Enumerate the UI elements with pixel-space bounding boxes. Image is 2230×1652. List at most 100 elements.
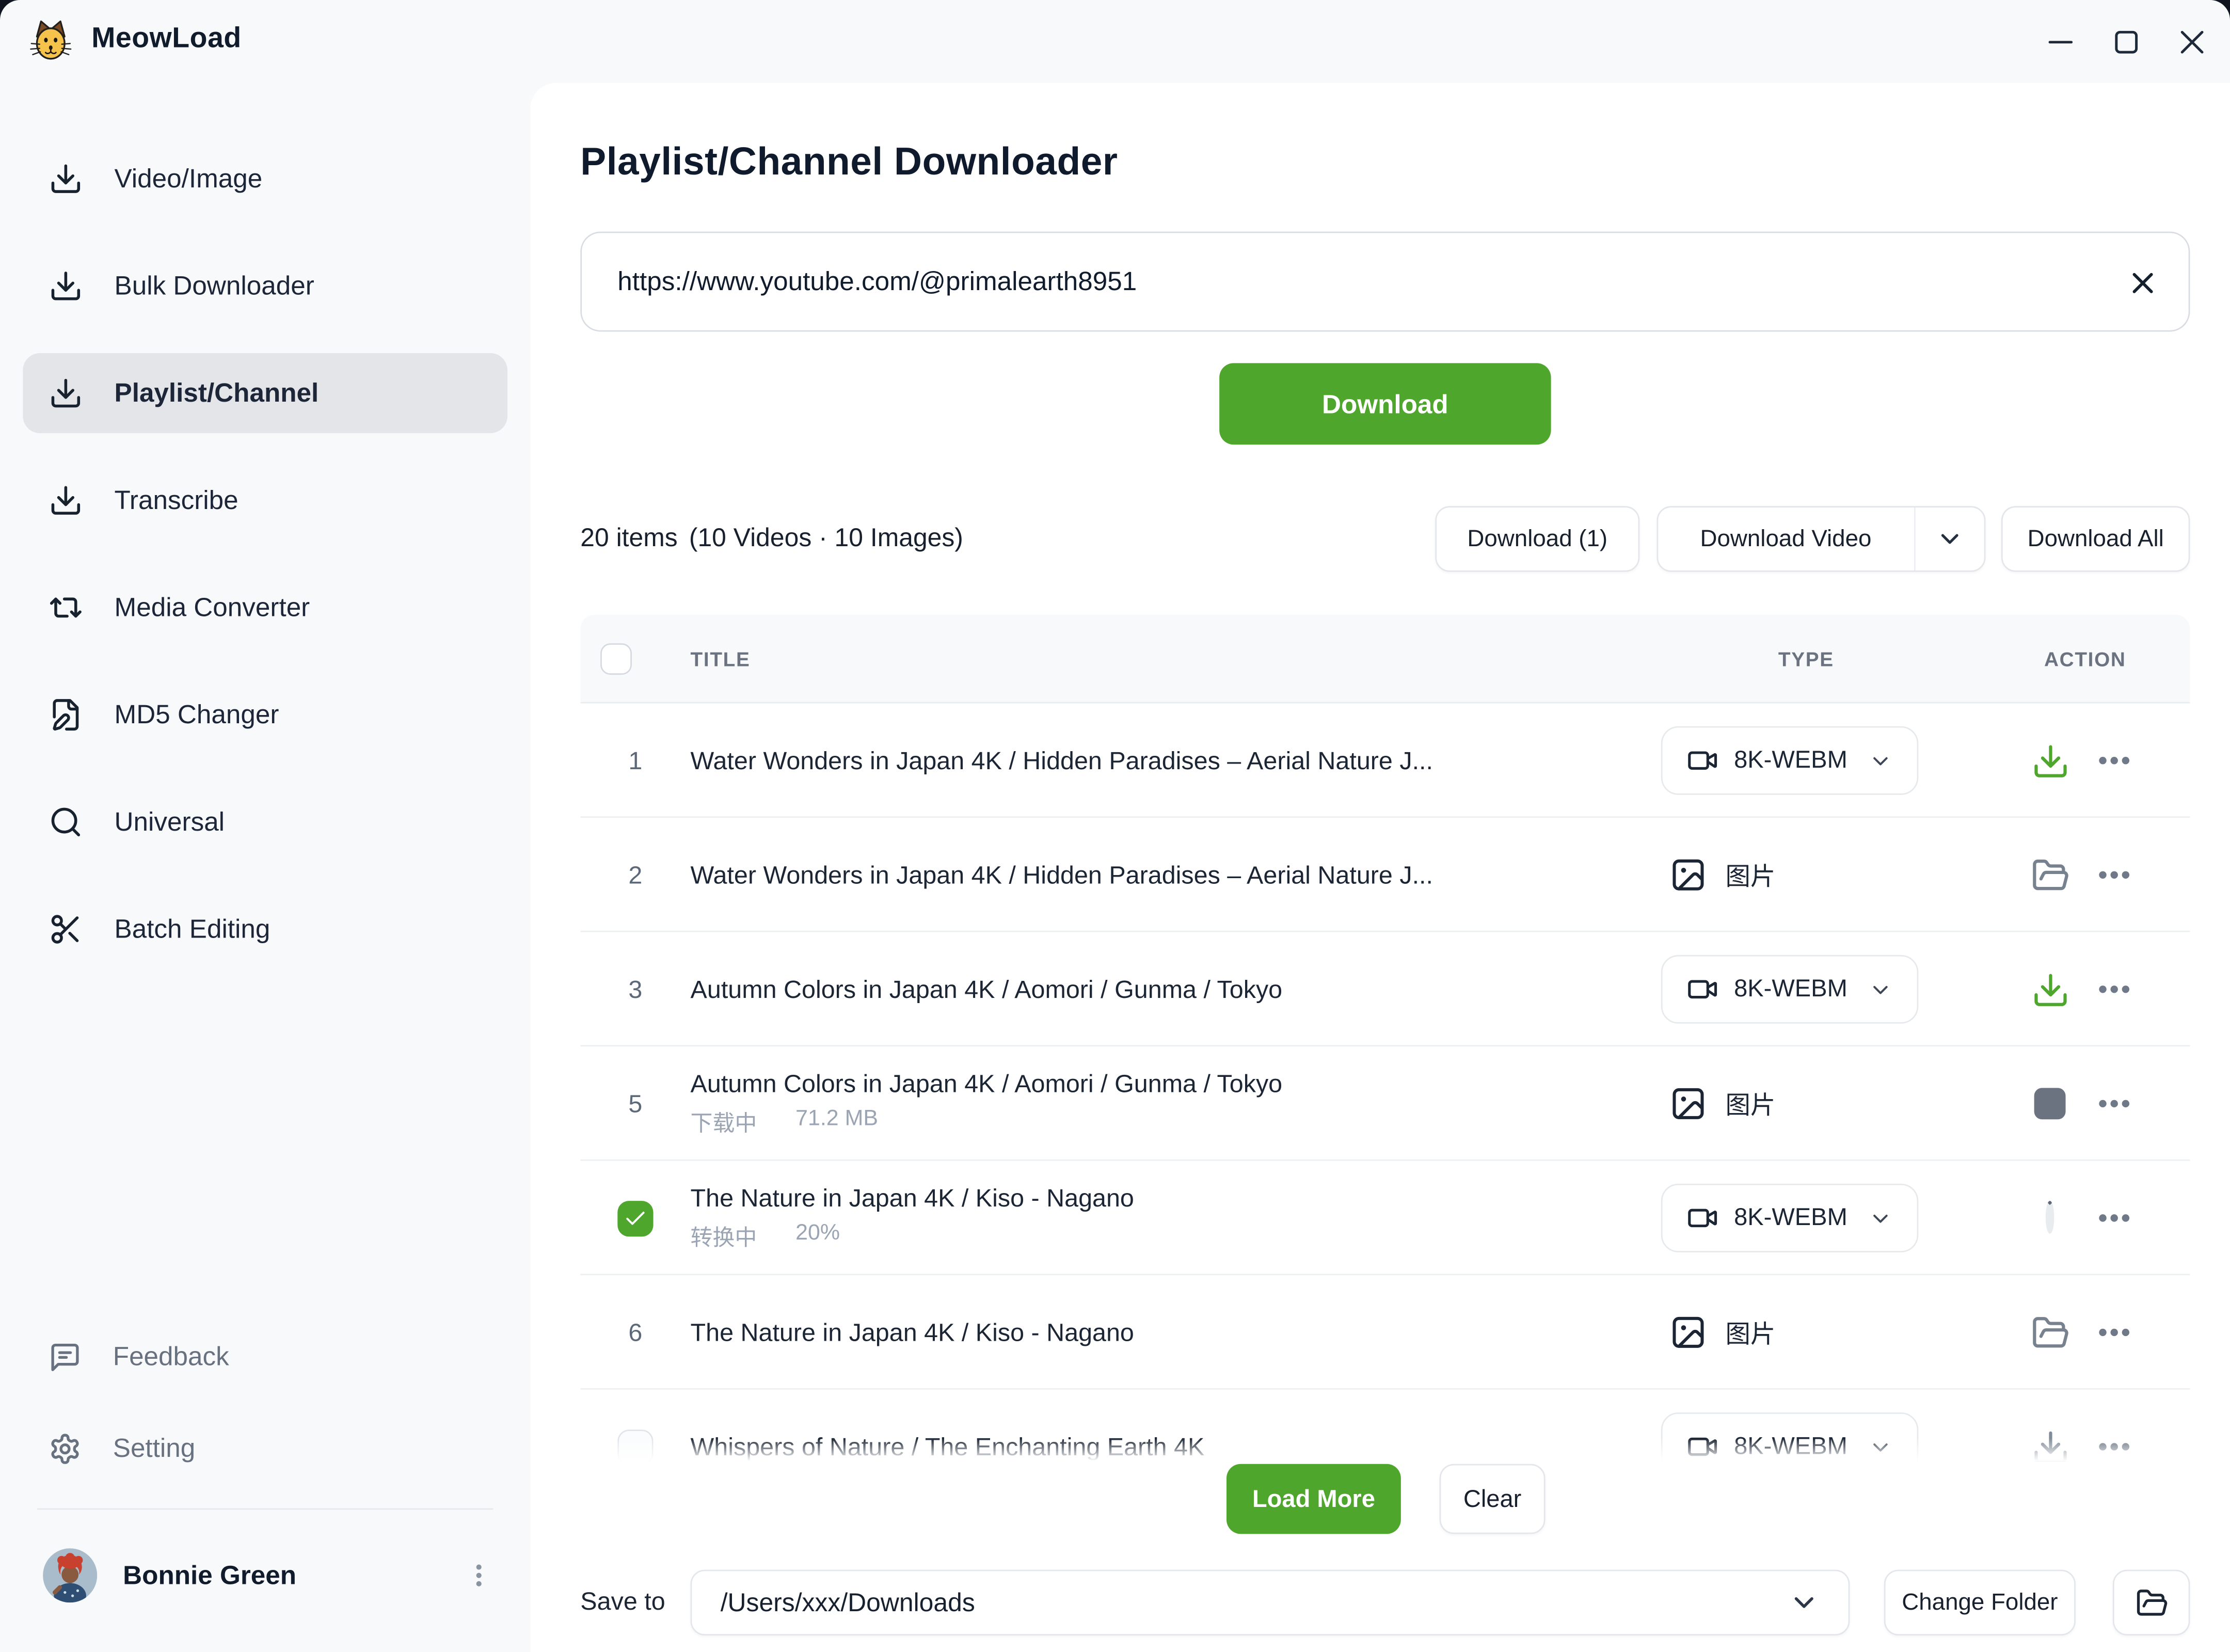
- row-menu-button[interactable]: [2097, 1087, 2131, 1121]
- type-label: 图片: [1725, 857, 1775, 893]
- row-status: 下载中71.2 MB: [691, 1106, 1605, 1138]
- sidebar-item-label: Transcribe: [115, 485, 238, 516]
- sidebar-item-label: Video/Image: [115, 163, 263, 195]
- save-path-value: /Users/xxx/Downloads: [721, 1587, 1789, 1617]
- download-all-button[interactable]: Download All: [2001, 506, 2190, 571]
- row-action-cell: [2003, 932, 2190, 1047]
- sidebar-item-label: Playlist/Channel: [115, 377, 319, 409]
- url-input[interactable]: [582, 233, 2189, 330]
- row-download-button[interactable]: [2031, 741, 2069, 780]
- user-profile[interactable]: Bonnie Green: [23, 1535, 507, 1615]
- download-video-split-button[interactable]: Download Video: [1657, 506, 1986, 571]
- minimize-icon[interactable]: [2048, 29, 2073, 54]
- row-index: 1: [628, 745, 642, 775]
- row-checkbox[interactable]: [617, 1429, 653, 1461]
- image-type: 图片: [1669, 856, 1775, 894]
- row-title-cell: Whispers of Nature / The Enchanting Eart…: [691, 1390, 1605, 1461]
- format-select[interactable]: 8K-WEBM: [1661, 1412, 1919, 1461]
- column-title: TITLE: [691, 615, 751, 704]
- format-select[interactable]: 8K-WEBM: [1661, 726, 1919, 795]
- video-icon: [1687, 745, 1718, 776]
- url-input-container: [580, 232, 2190, 332]
- save-path-select[interactable]: /Users/xxx/Downloads: [691, 1570, 1850, 1635]
- items-summary: 20 items(10 Videos · 10 Images): [580, 523, 963, 553]
- video-icon: [1687, 1431, 1718, 1461]
- table-row: 6 The Nature in Japan 4K / Kiso - Nagano…: [580, 1275, 2190, 1390]
- row-type-cell: 8K-WEBM: [1661, 1161, 1919, 1276]
- download-icon: [49, 162, 83, 196]
- save-to-label: Save to: [580, 1587, 665, 1617]
- load-more-button[interactable]: Load More: [1226, 1464, 1401, 1534]
- sidebar-item-label: Bulk Downloader: [115, 270, 314, 301]
- chevron-down-icon[interactable]: [1916, 525, 1984, 553]
- row-menu-button[interactable]: [2097, 1201, 2131, 1235]
- sidebar-item-label: MD5 Changer: [115, 699, 279, 730]
- row-index: 5: [628, 1089, 642, 1119]
- sidebar-item-feedback[interactable]: Feedback: [23, 1316, 507, 1396]
- row-number-cell: [580, 1390, 690, 1461]
- open-save-folder-button[interactable]: [2113, 1570, 2190, 1635]
- row-menu-button[interactable]: [2097, 743, 2131, 777]
- sidebar-item-video-image[interactable]: Video/Image: [23, 139, 507, 219]
- row-status: 转换中 20%: [691, 1221, 1605, 1252]
- sidebar-item-universal[interactable]: Universal: [23, 782, 507, 862]
- type-label: 图片: [1725, 1086, 1775, 1121]
- select-all-checkbox[interactable]: [600, 643, 632, 675]
- row-type-cell: 图片: [1661, 818, 1776, 932]
- sidebar-item-label: Media Converter: [115, 592, 310, 623]
- sidebar-item-setting[interactable]: Setting: [23, 1408, 507, 1488]
- row-checkbox[interactable]: [617, 1200, 653, 1236]
- row-menu-button[interactable]: [2097, 1429, 2131, 1461]
- row-stop-button[interactable]: [2034, 1088, 2066, 1119]
- clear-button[interactable]: Clear: [1440, 1464, 1546, 1534]
- avatar: [43, 1548, 97, 1602]
- chevron-down-icon: [1788, 1587, 1820, 1618]
- download-button[interactable]: Download: [1219, 363, 1551, 444]
- status-label: 转换中: [691, 1221, 757, 1252]
- sidebar-item-md5-changer[interactable]: MD5 Changer: [23, 675, 507, 755]
- row-index: 2: [628, 860, 642, 890]
- clear-url-icon[interactable]: [2126, 266, 2160, 300]
- title-bar: MeowLoad: [0, 0, 2230, 83]
- image-type: 图片: [1669, 1085, 1775, 1122]
- sidebar-item-playlist-channel[interactable]: Playlist/Channel: [23, 353, 507, 433]
- row-menu-button[interactable]: [2097, 972, 2131, 1006]
- sidebar-item-batch-editing[interactable]: Batch Editing: [23, 889, 507, 969]
- download-icon: [49, 269, 83, 303]
- status-value: 20%: [795, 1221, 840, 1252]
- image-icon: [1669, 1314, 1707, 1351]
- image-icon: [1669, 1085, 1707, 1122]
- format-select[interactable]: 8K-WEBM: [1661, 1184, 1919, 1252]
- maximize-icon[interactable]: [2114, 29, 2139, 54]
- row-menu-button[interactable]: [2097, 1315, 2131, 1349]
- row-title: Autumn Colors in Japan 4K / Aomori / Gun…: [691, 974, 1605, 1004]
- row-download-button[interactable]: [2031, 970, 2069, 1009]
- user-menu-icon[interactable]: [465, 1561, 493, 1590]
- download-selected-button[interactable]: Download (1): [1435, 506, 1639, 571]
- change-folder-button[interactable]: Change Folder: [1884, 1570, 2076, 1635]
- sidebar-item-bulk-downloader[interactable]: Bulk Downloader: [23, 246, 507, 326]
- chevron-down-icon: [1869, 977, 1893, 1002]
- row-index: 6: [628, 1317, 642, 1347]
- close-icon[interactable]: [2180, 29, 2204, 54]
- download-video-label[interactable]: Download Video: [1658, 526, 1913, 553]
- row-download-button[interactable]: [2031, 1427, 2069, 1461]
- gear-icon: [49, 1432, 82, 1465]
- sidebar-item-transcribe[interactable]: Transcribe: [23, 460, 507, 541]
- sidebar-bottom: Feedback Setting Bonnie Green: [23, 1316, 507, 1615]
- row-action-cell: [2003, 1275, 2190, 1390]
- sidebar-item-label: Universal: [115, 806, 225, 838]
- row-menu-button[interactable]: [2097, 858, 2131, 892]
- row-open-folder-button[interactable]: [2031, 1313, 2069, 1352]
- row-open-folder-button[interactable]: [2031, 855, 2069, 894]
- user-name: Bonnie Green: [123, 1560, 439, 1591]
- video-icon: [1687, 974, 1718, 1005]
- status-value: 71.2 MB: [795, 1106, 878, 1138]
- row-number-cell: [580, 1161, 690, 1276]
- cat-logo-icon: [28, 19, 73, 63]
- sidebar-item-media-converter[interactable]: Media Converter: [23, 567, 507, 647]
- format-select[interactable]: 8K-WEBM: [1661, 955, 1919, 1024]
- table-body: 1 Water Wonders in Japan 4K / Hidden Par…: [580, 703, 2190, 1461]
- row-title-cell: Autumn Colors in Japan 4K / Aomori / Gun…: [691, 932, 1605, 1047]
- items-count: 20 items: [580, 523, 677, 552]
